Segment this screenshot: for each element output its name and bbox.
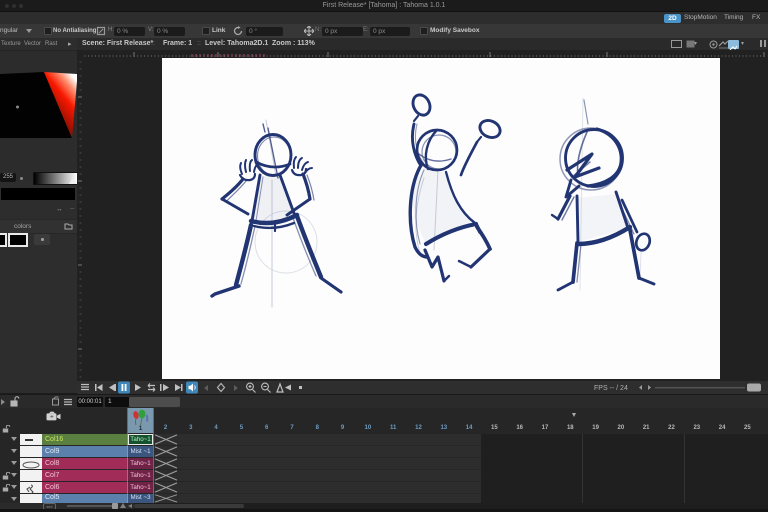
svg-text:FPS -- / 24: FPS -- / 24 bbox=[594, 385, 628, 392]
